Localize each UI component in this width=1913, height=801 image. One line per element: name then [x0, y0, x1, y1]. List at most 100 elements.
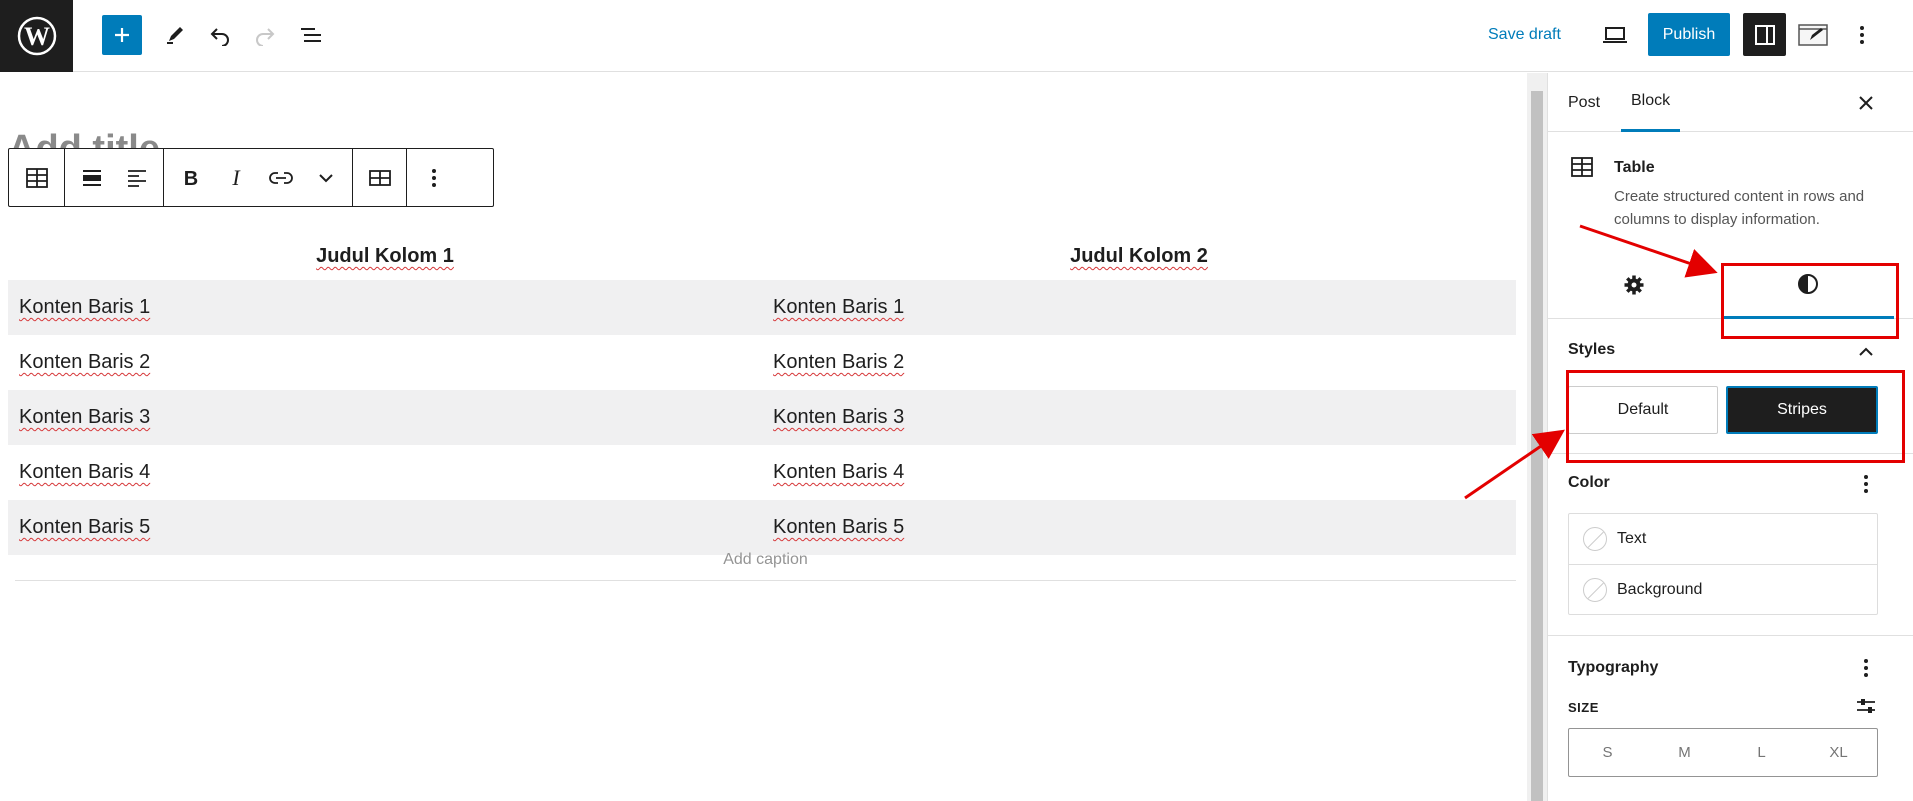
annotation-highlight-box — [1721, 263, 1899, 339]
preview-button[interactable] — [1595, 15, 1635, 55]
table-caption[interactable]: Add caption — [15, 551, 1516, 581]
list-view-button[interactable] — [291, 15, 331, 55]
table-cell[interactable]: Konten Baris 2 — [8, 335, 762, 390]
wordpress-logo-icon[interactable]: W — [0, 0, 73, 72]
align-left-icon — [127, 169, 146, 187]
tools-button[interactable] — [155, 15, 195, 55]
settings-sliders-icon — [1857, 699, 1875, 713]
block-card: Table Create structured content in rows … — [1548, 133, 1913, 228]
options-button[interactable] — [1842, 15, 1882, 55]
table-cell[interactable]: Konten Baris 4 — [8, 445, 762, 500]
edit-table-icon — [368, 169, 391, 186]
publish-button[interactable]: Publish — [1648, 13, 1730, 56]
editor-canvas: Add title B I — [0, 73, 1527, 801]
color-settings: Text Background — [1568, 513, 1878, 615]
save-draft-button[interactable]: Save draft — [1488, 26, 1561, 44]
table-cell[interactable]: Konten Baris 1 — [762, 280, 1516, 335]
link-icon — [268, 171, 293, 184]
canvas-scrollbar[interactable] — [1527, 73, 1547, 801]
custom-size-button[interactable] — [1848, 691, 1884, 721]
table-block[interactable]: Judul Kolom 1 Judul Kolom 2 Konten Baris… — [8, 233, 1516, 555]
table-row: Konten Baris 1 Konten Baris 1 — [8, 280, 1516, 335]
table-cell[interactable]: Konten Baris 4 — [762, 445, 1516, 500]
undo-icon — [210, 28, 229, 46]
annotation-highlight-box — [1566, 370, 1905, 463]
scrollbar-thumb[interactable] — [1531, 91, 1543, 801]
italic-button[interactable]: I — [213, 149, 258, 206]
color-options-button[interactable] — [1848, 469, 1884, 499]
chevron-down-icon — [318, 173, 333, 182]
more-vertical-icon — [431, 168, 436, 187]
table-cell[interactable]: Konten Baris 5 — [8, 500, 762, 555]
italic-icon: I — [231, 167, 241, 189]
table-cell[interactable]: Konten Baris 5 — [762, 500, 1516, 555]
typography-options-button[interactable] — [1848, 653, 1884, 683]
svg-text:B: B — [183, 168, 197, 189]
editor-header: W Save draft Publish — [0, 0, 1913, 72]
table-cell[interactable]: Konten Baris 2 — [762, 335, 1516, 390]
table-icon — [25, 167, 48, 188]
empty-swatch-icon — [1583, 577, 1607, 602]
size-l-option[interactable]: L — [1723, 729, 1800, 776]
font-size-picker: S M L XL — [1568, 728, 1878, 777]
undo-button[interactable] — [200, 15, 240, 55]
block-card-description: Create structured content in rows and co… — [1614, 188, 1865, 228]
table-row: Konten Baris 3 Konten Baris 3 — [8, 390, 1516, 445]
edit-mode-icon — [1798, 24, 1828, 46]
sidebar-tabs: Post Block — [1548, 73, 1913, 132]
bold-icon: B — [183, 168, 197, 189]
empty-swatch-icon — [1583, 527, 1607, 551]
table-row: Konten Baris 2 Konten Baris 2 — [8, 335, 1516, 390]
block-card-title: Table — [1614, 159, 1655, 176]
table-cell[interactable]: Konten Baris 1 — [8, 280, 762, 335]
settings-toggle-button[interactable] — [1743, 13, 1786, 56]
size-m-option[interactable]: M — [1646, 729, 1723, 776]
typography-panel-heading: Typography — [1568, 659, 1659, 676]
link-button[interactable] — [258, 149, 303, 206]
size-xl-option[interactable]: XL — [1800, 729, 1877, 776]
color-background-label: Background — [1617, 580, 1703, 598]
tab-settings[interactable] — [1548, 251, 1720, 319]
size-s-option[interactable]: S — [1569, 729, 1646, 776]
color-panel-heading: Color — [1568, 474, 1610, 491]
align-button[interactable] — [69, 149, 114, 206]
more-formatting-button[interactable] — [303, 149, 348, 206]
table-cell[interactable]: Konten Baris 3 — [8, 390, 762, 445]
color-text-label: Text — [1617, 530, 1647, 547]
table-cell[interactable]: Konten Baris 3 — [762, 390, 1516, 445]
more-vertical-icon — [1864, 475, 1868, 493]
close-sidebar-button[interactable] — [1848, 85, 1884, 121]
color-background-item[interactable]: Background — [1569, 564, 1877, 614]
table-header-cell[interactable]: Judul Kolom 1 — [8, 233, 762, 280]
table-row: Konten Baris 4 Konten Baris 4 — [8, 445, 1516, 500]
list-view-icon — [301, 28, 321, 42]
more-vertical-icon — [1860, 26, 1864, 44]
add-block-button[interactable] — [102, 15, 142, 55]
editor-mode-button[interactable] — [1793, 15, 1833, 55]
styles-collapse-button[interactable] — [1848, 337, 1884, 367]
table-header-cell[interactable]: Judul Kolom 2 — [762, 233, 1516, 280]
sidebar-icon — [1754, 24, 1775, 45]
text-align-button[interactable] — [114, 149, 159, 206]
bold-button[interactable]: B — [168, 149, 213, 206]
svg-text:I: I — [231, 167, 241, 189]
table-icon — [1571, 157, 1593, 177]
table-block-switcher[interactable] — [14, 149, 59, 206]
color-text-item[interactable]: Text — [1569, 514, 1877, 564]
panel-divider — [1548, 635, 1913, 636]
more-vertical-icon — [1864, 659, 1868, 677]
redo-icon — [256, 28, 275, 46]
tab-block[interactable]: Block — [1621, 73, 1681, 132]
redo-button[interactable] — [245, 15, 285, 55]
gear-icon — [1624, 275, 1644, 295]
styles-panel-heading[interactable]: Styles — [1568, 341, 1615, 359]
edit-table-button[interactable] — [357, 149, 402, 206]
close-icon — [1859, 96, 1873, 110]
laptop-icon — [1603, 27, 1627, 43]
block-options-button[interactable] — [411, 149, 456, 206]
chevron-up-icon — [1859, 347, 1873, 356]
table-row: Konten Baris 5 Konten Baris 5 — [8, 500, 1516, 555]
block-toolbar: B I — [8, 148, 494, 207]
tab-post[interactable]: Post — [1568, 73, 1600, 132]
svg-text:W: W — [24, 22, 50, 51]
